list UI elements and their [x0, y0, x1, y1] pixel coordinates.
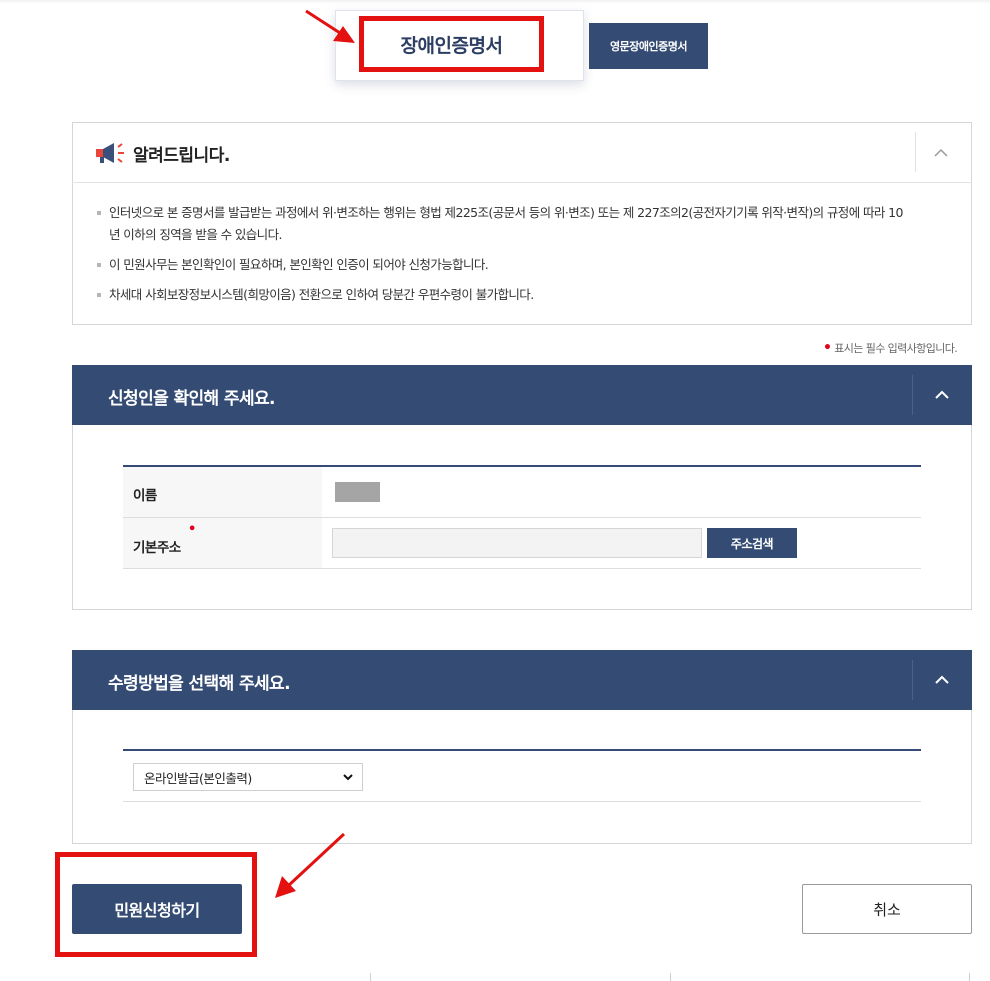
receipt-header-divider	[912, 660, 913, 700]
chevron-up-icon	[934, 148, 948, 157]
bullet-icon	[97, 263, 101, 267]
notice-item-1-continued: 년 이하의 징역을 받을 수 있습니다.	[109, 227, 282, 242]
required-dot-icon: •	[188, 522, 197, 537]
bullet-icon	[97, 293, 101, 297]
receipt-method-select[interactable]: 온라인발급(본인출력)	[133, 763, 363, 791]
chevron-down-icon	[343, 774, 353, 781]
required-field-note: • 표시는 필수 입력사항입니다.	[823, 340, 958, 356]
notice-item-1: 인터넷으로 본 증명서를 발급받는 과정에서 위·변조하는 행위는 형법 제22…	[109, 205, 903, 220]
footer-divider	[370, 973, 371, 981]
address-label: 기본주소	[133, 540, 181, 556]
notice-title: 알려드립니다.	[133, 146, 230, 166]
receipt-table-top-border	[123, 749, 921, 751]
tab-disability-certificate-label[interactable]: 장애인증명서	[364, 21, 539, 67]
row-divider	[123, 801, 921, 802]
notice-header-divider	[915, 132, 916, 172]
name-label: 이름	[133, 488, 157, 504]
chevron-up-icon	[935, 675, 949, 684]
applicant-header-divider	[912, 375, 913, 415]
chevron-up-icon	[935, 390, 949, 399]
bullet-icon	[97, 211, 101, 215]
name-value-redacted	[335, 482, 380, 502]
notice-item-2: 이 민원사무는 본인확인이 필요하며, 본인확인 인증이 되어야 신청가능합니다…	[109, 257, 489, 272]
cancel-button[interactable]: 취소	[802, 884, 972, 934]
submit-application-button[interactable]: 민원신청하기	[72, 884, 242, 934]
applicant-collapse-button[interactable]	[922, 375, 962, 415]
footer-divider	[969, 973, 970, 981]
top-divider	[0, 0, 990, 4]
tab-english-disability-certificate[interactable]: 영문장애인증명서	[589, 23, 708, 69]
applicant-section-title: 신청인을 확인해 주세요.	[108, 389, 276, 409]
receipt-method-selected: 온라인발급(본인출력)	[144, 770, 252, 786]
required-note-text: 표시는 필수 입력사항입니다.	[834, 342, 958, 355]
notice-item-3: 차세대 사회보장정보시스템(희망이음) 전환으로 인하여 당분간 우편수령이 불…	[109, 287, 534, 302]
row-divider	[123, 568, 921, 569]
receipt-section-title: 수령방법을 선택해 주세요.	[108, 674, 291, 694]
notice-collapse-button[interactable]	[928, 140, 954, 166]
address-input[interactable]	[332, 528, 702, 558]
required-dot-icon: •	[823, 340, 832, 356]
address-search-button[interactable]: 주소검색	[707, 528, 797, 558]
megaphone-icon	[96, 143, 124, 163]
receipt-collapse-button[interactable]	[922, 660, 962, 700]
footer-divider	[670, 973, 671, 981]
